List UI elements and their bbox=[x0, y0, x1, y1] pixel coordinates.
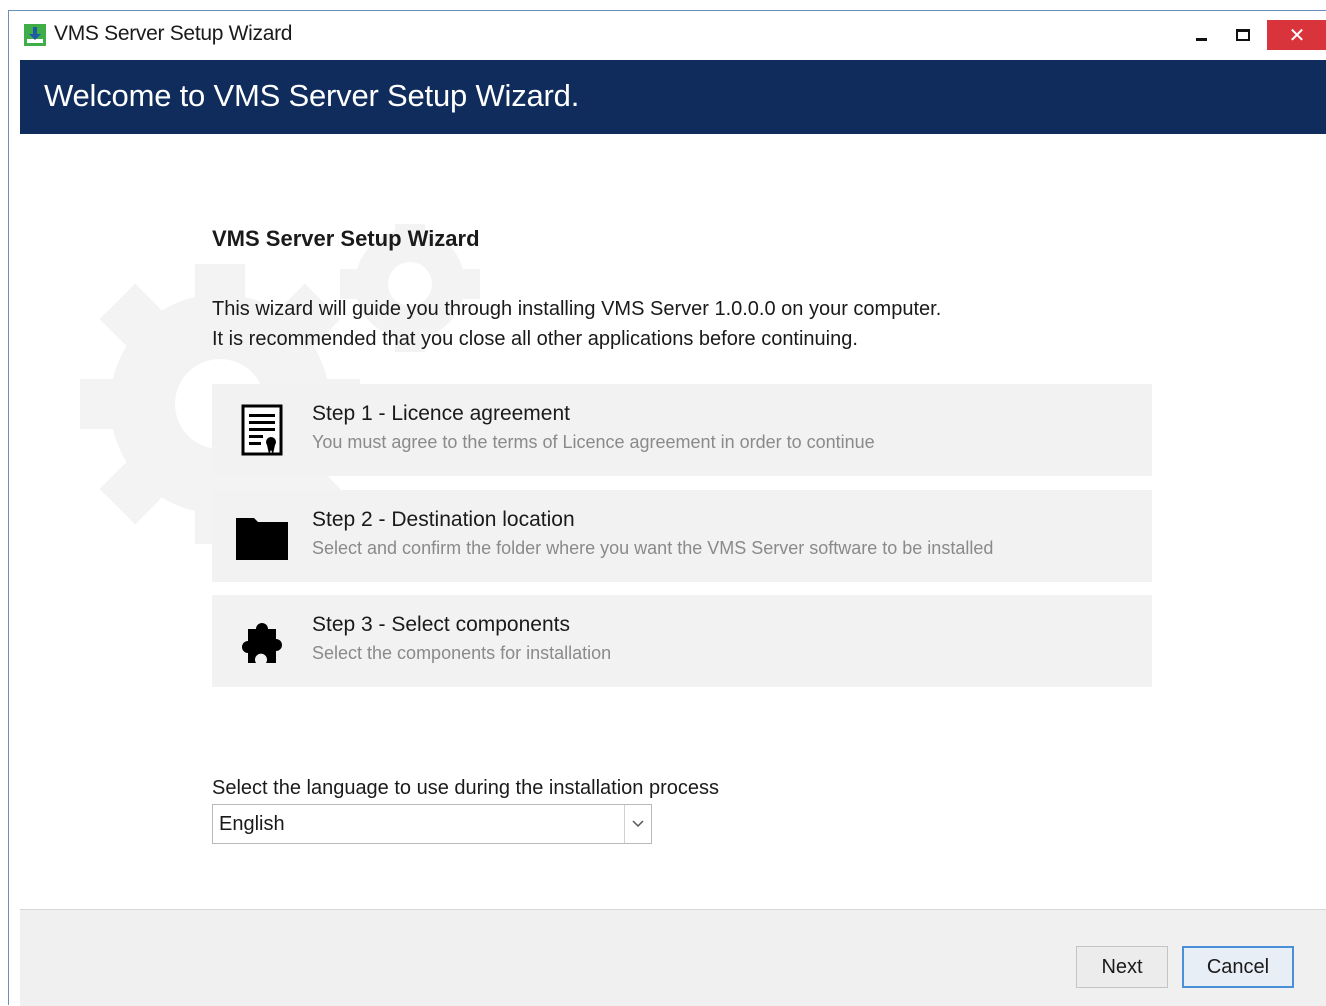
dropdown-toggle[interactable] bbox=[624, 805, 651, 843]
maximize-icon bbox=[1236, 29, 1250, 41]
intro-text: This wizard will guide you through insta… bbox=[212, 294, 941, 354]
language-label: Select the language to use during the in… bbox=[212, 777, 720, 799]
step-description: Select and confirm the folder where you … bbox=[312, 538, 994, 558]
intro-line: This wizard will guide you through insta… bbox=[212, 298, 942, 320]
installer-app-icon bbox=[24, 24, 46, 46]
step-select-components: Step 3 - Select components Select the co… bbox=[212, 595, 1152, 687]
step-title: Step 2 - Destination location bbox=[312, 508, 575, 531]
language-selected-value: English bbox=[219, 813, 285, 835]
step-title: Step 1 - Licence agreement bbox=[312, 402, 570, 425]
intro-line: It is recommended that you close all oth… bbox=[212, 328, 858, 350]
close-icon: ✕ bbox=[1288, 23, 1306, 47]
step-licence-agreement: Step 1 - Licence agreement You must agre… bbox=[212, 384, 1152, 476]
minimize-icon bbox=[1195, 37, 1207, 41]
welcome-title: Welcome to VMS Server Setup Wizard. bbox=[44, 78, 580, 113]
step-destination-location: Step 2 - Destination location Select and… bbox=[212, 490, 1152, 582]
chevron-down-icon bbox=[632, 820, 644, 828]
wizard-content: VMS Server Setup Wizard This wizard will… bbox=[20, 134, 1326, 909]
maximize-button[interactable] bbox=[1223, 20, 1263, 50]
document-certificate-icon bbox=[241, 404, 283, 456]
section-title: VMS Server Setup Wizard bbox=[212, 226, 480, 251]
close-button[interactable]: ✕ bbox=[1267, 20, 1326, 50]
title-bar[interactable]: VMS Server Setup Wizard ✕ bbox=[9, 11, 1326, 59]
puzzle-piece-icon bbox=[242, 623, 282, 663]
language-select[interactable]: English bbox=[212, 804, 652, 844]
setup-wizard-window: VMS Server Setup Wizard ✕ Welcome to VMS… bbox=[8, 10, 1326, 1006]
wizard-footer: Next Cancel bbox=[20, 909, 1326, 1006]
cancel-button[interactable]: Cancel bbox=[1182, 946, 1294, 988]
step-description: You must agree to the terms of Licence a… bbox=[312, 432, 875, 452]
step-title: Step 3 - Select components bbox=[312, 613, 570, 636]
wizard-header-banner: Welcome to VMS Server Setup Wizard. bbox=[20, 60, 1326, 134]
minimize-button[interactable] bbox=[1181, 20, 1221, 50]
step-description: Select the components for installation bbox=[312, 643, 612, 663]
window-title: VMS Server Setup Wizard bbox=[54, 22, 293, 45]
folder-icon bbox=[236, 518, 288, 560]
next-button[interactable]: Next bbox=[1076, 946, 1168, 988]
